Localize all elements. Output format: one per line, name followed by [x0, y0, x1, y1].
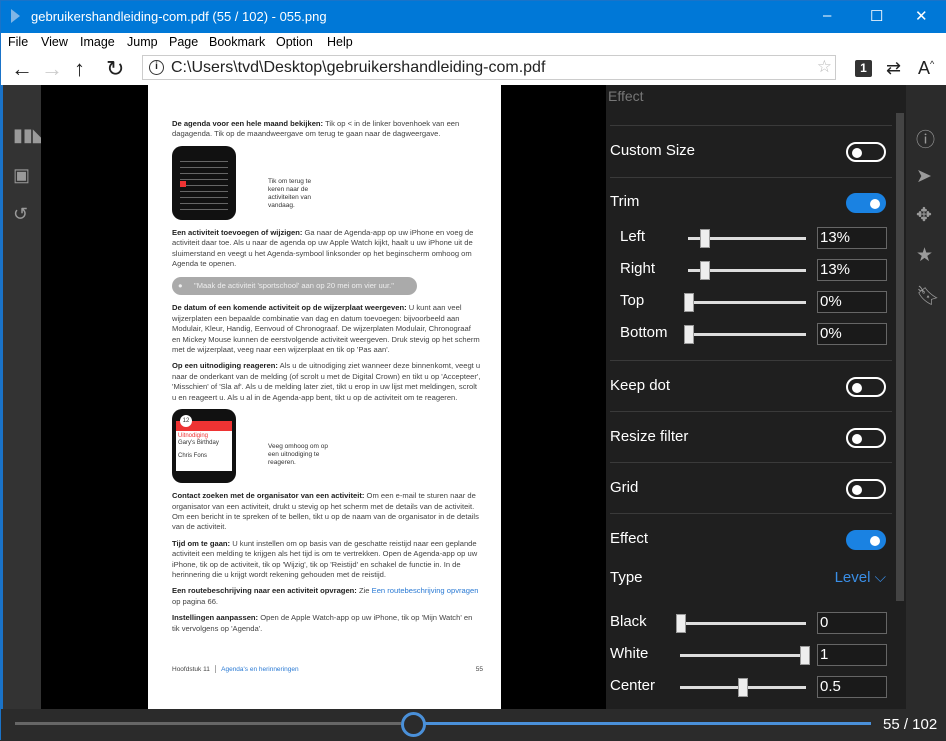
address-text: C:\Users\tvd\Desktop\gebruikershandleidi…	[171, 59, 546, 76]
type-dropdown[interactable]: Level ⌵	[835, 569, 886, 586]
paragraph: De agenda voor een hele maand bekijken: …	[172, 119, 460, 139]
trim-right-slider[interactable]	[688, 261, 806, 280]
watch-calendar-image: Tik om terug te keren naar de activiteit…	[172, 145, 311, 220]
effect-row: Effect	[610, 530, 892, 550]
info-icon: i	[149, 60, 164, 75]
panel-header: Effect	[608, 88, 644, 104]
white-input[interactable]: 1	[817, 644, 887, 666]
page-link[interactable]: Een routebeschrijving opvragen	[372, 586, 479, 595]
paragraph: Op een uitnodiging reageren: Als u de ui…	[172, 361, 481, 402]
menu-view[interactable]: View	[41, 35, 68, 49]
trim-row: Trim	[610, 193, 892, 213]
pinwheel-icon[interactable]: ✥	[916, 204, 932, 227]
bottom-bar: 55 / 102	[1, 709, 946, 741]
callout-text: Veeg omhoog om op een uitnodiging te rea…	[268, 443, 328, 467]
document-page: De agenda voor een hele maand bekijken: …	[148, 85, 501, 709]
back-icon[interactable]: ←	[11, 56, 33, 82]
menu-file[interactable]: File	[8, 35, 28, 49]
star-icon[interactable]: ☆	[817, 57, 832, 77]
paragraph: Een activiteit toevoegen of wijzigen: Ga…	[172, 227, 474, 269]
custom-size-toggle[interactable]	[846, 142, 886, 162]
title-bar: gebruikershandleiding-com.pdf (55 / 102)…	[1, 1, 946, 33]
grid-toggle[interactable]	[846, 479, 886, 499]
page-slider-thumb[interactable]	[401, 712, 426, 737]
minimize-button[interactable]: –	[823, 7, 831, 24]
trim-left-input[interactable]: 13%	[817, 227, 887, 249]
navigate-icon[interactable]: ➤	[916, 165, 932, 188]
callout-text: Tik om terug te keren naar de activiteit…	[268, 177, 312, 209]
trim-bottom-input[interactable]: 0%	[817, 323, 887, 345]
info-icon[interactable]: ⓘ	[916, 125, 935, 152]
grid-row: Grid	[610, 479, 892, 499]
keep-dot-toggle[interactable]	[846, 377, 886, 397]
black-slider[interactable]	[676, 614, 806, 633]
keep-dot-row: Keep dot	[610, 377, 892, 397]
effect-toggle[interactable]	[846, 530, 886, 550]
history-icon[interactable]: ↺	[13, 204, 28, 225]
forward-icon[interactable]: →	[41, 56, 63, 82]
center-slider[interactable]	[680, 678, 806, 697]
menu-option[interactable]: Option	[276, 35, 313, 49]
page-counter: 55 / 102	[883, 716, 938, 733]
paragraph: Contact zoeken met de organisator van ee…	[172, 491, 479, 532]
page-mode-badge[interactable]: 1	[855, 60, 872, 77]
bookmark-icon[interactable]: 🔖︎	[916, 284, 940, 308]
page-slider-track-rest	[425, 722, 871, 725]
star-icon[interactable]: ★	[916, 244, 933, 267]
trim-bottom-slider[interactable]	[684, 325, 806, 344]
paragraph: Instellingen aanpassen: Open de Apple Wa…	[172, 613, 473, 633]
trim-toggle[interactable]	[846, 193, 886, 213]
menu-image[interactable]: Image	[80, 35, 115, 49]
font-size-icon[interactable]: A^	[918, 58, 934, 79]
close-button[interactable]: ✕	[915, 7, 928, 25]
trim-top-input[interactable]: 0%	[817, 291, 887, 313]
watch-invitation-image: 12 Uitnodiging Gary's Birthday Chris Fon…	[172, 409, 328, 484]
menu-bar: File View Image Jump Page Bookmark Optio…	[1, 33, 946, 53]
page-slider-track-done	[15, 722, 401, 725]
menu-page[interactable]: Page	[169, 35, 198, 49]
trim-right-input[interactable]: 13%	[817, 259, 887, 281]
custom-size-row: Custom Size	[610, 142, 892, 162]
page-number: 55	[475, 666, 483, 673]
gallery-icon[interactable]: ▣	[13, 165, 30, 186]
left-sidebar: ▮▮◣ ▣ ↺	[1, 85, 47, 709]
siri-bubble: ● "Maak de activiteit 'sportschool' aan o…	[172, 277, 417, 296]
address-bar[interactable]: i C:\Users\tvd\Desktop\gebruikershandlei…	[142, 55, 836, 80]
menu-bookmark[interactable]: Bookmark	[209, 35, 265, 49]
refresh-icon[interactable]: ↻	[106, 56, 124, 82]
panel-scrollbar[interactable]	[894, 85, 906, 709]
paragraph: De datum of een komende activiteit op de…	[172, 303, 480, 355]
page-footer: Hoofdstuk 11 │ Agenda's en herinneringen	[172, 666, 299, 673]
maximize-button[interactable]: ☐	[870, 7, 883, 25]
white-slider[interactable]	[680, 646, 810, 665]
menu-jump[interactable]: Jump	[127, 35, 158, 49]
paragraph: Een routebeschrijving naar een activitei…	[172, 586, 479, 606]
menu-help[interactable]: Help	[327, 35, 353, 49]
resize-filter-toggle[interactable]	[846, 428, 886, 448]
resize-filter-row: Resize filter	[610, 428, 892, 448]
center-input[interactable]: 0.5	[817, 676, 887, 698]
settings-panel: Effect Custom Size Trim Left 13% Right 1…	[606, 85, 894, 709]
trim-top-slider[interactable]	[684, 293, 806, 312]
black-input[interactable]: 0	[817, 612, 887, 634]
right-sidebar: ⓘ ➤ ✥ ★ 🔖︎	[906, 85, 946, 709]
up-icon[interactable]: ↑	[74, 56, 85, 82]
paragraph: Tijd om te gaan: U kunt instellen om op …	[172, 538, 478, 579]
trim-left-slider[interactable]	[688, 229, 806, 248]
app-icon	[11, 9, 20, 23]
type-row: Type Level ⌵	[610, 569, 886, 586]
swap-direction-icon[interactable]: ⇄	[886, 58, 901, 79]
window-title: gebruikershandleiding-com.pdf (55 / 102)…	[31, 9, 327, 24]
